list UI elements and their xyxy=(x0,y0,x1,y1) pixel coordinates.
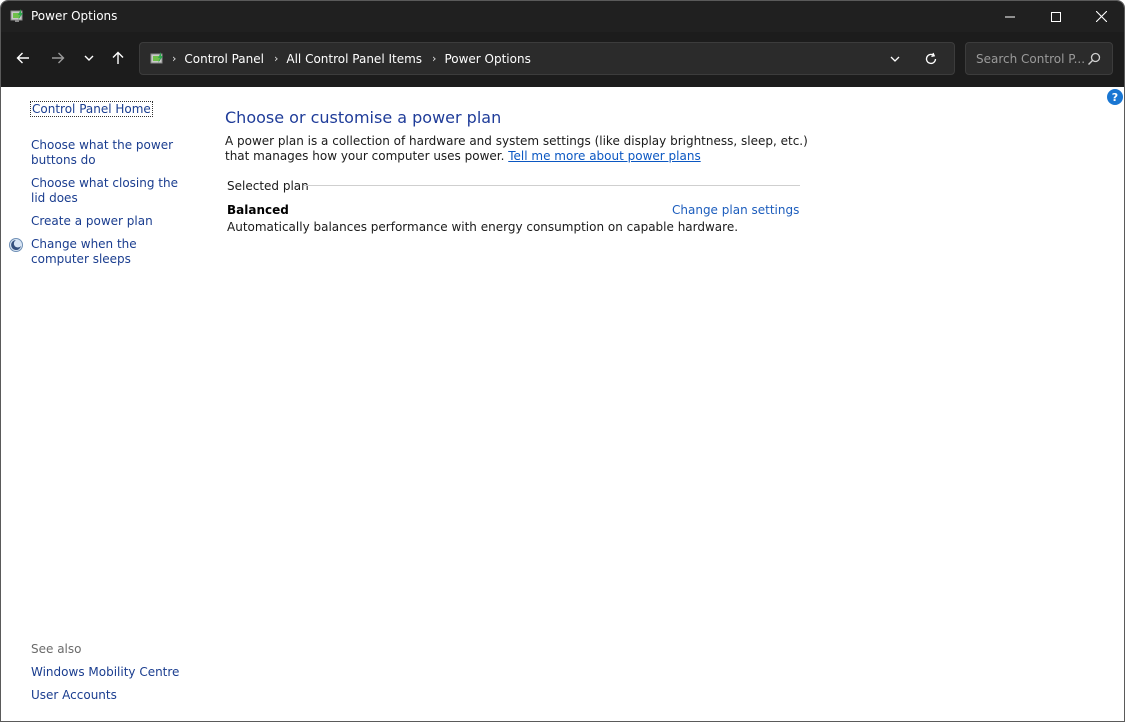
see-also-heading: See also xyxy=(31,642,82,656)
up-button[interactable] xyxy=(106,46,130,70)
page-title: Choose or customise a power plan xyxy=(225,108,502,127)
address-history-button[interactable] xyxy=(886,50,904,68)
windows-mobility-centre-link[interactable]: Windows Mobility Centre xyxy=(31,665,179,679)
window-title: Power Options xyxy=(31,9,118,23)
power-options-window: Power Options › Control Panel › All Cont… xyxy=(0,0,1125,722)
breadcrumb: › Control Panel › All Control Panel Item… xyxy=(170,43,539,74)
chevron-down-icon xyxy=(84,55,94,61)
chevron-right-icon[interactable]: › xyxy=(172,52,176,65)
task-power-buttons[interactable]: Choose what the power buttons do xyxy=(31,138,191,168)
refresh-icon xyxy=(925,52,937,65)
search-input[interactable] xyxy=(974,49,1088,69)
learn-more-link[interactable]: Tell me more about power plans xyxy=(508,149,700,163)
minimize-button[interactable] xyxy=(987,1,1033,32)
chevron-down-icon xyxy=(890,56,900,62)
task-change-sleep[interactable]: Change when the computer sleeps xyxy=(31,237,191,267)
control-panel-home-link[interactable]: Control Panel Home xyxy=(30,101,153,117)
content-area: Control Panel Home Choose what the power… xyxy=(1,87,1124,721)
search-box[interactable] xyxy=(965,42,1113,75)
page-description: A power plan is a collection of hardware… xyxy=(225,134,815,164)
refresh-button[interactable] xyxy=(922,50,940,68)
search-icon[interactable] xyxy=(1086,51,1102,67)
address-bar[interactable]: › Control Panel › All Control Panel Item… xyxy=(139,42,955,75)
maximize-icon xyxy=(1051,11,1061,22)
title-bar: Power Options xyxy=(1,1,1124,32)
close-button[interactable] xyxy=(1078,1,1124,32)
help-icon[interactable]: ? xyxy=(1107,89,1123,105)
breadcrumb-control-panel[interactable]: Control Panel xyxy=(184,52,264,66)
selected-plan-heading: Selected plan xyxy=(227,179,309,193)
plan-name: Balanced xyxy=(227,203,289,217)
minimize-icon xyxy=(1005,16,1015,17)
task-create-power-plan[interactable]: Create a power plan xyxy=(31,214,191,229)
user-accounts-link[interactable]: User Accounts xyxy=(31,688,117,702)
task-closing-lid[interactable]: Choose what closing the lid does xyxy=(31,176,191,206)
maximize-button[interactable] xyxy=(1033,1,1079,32)
breadcrumb-power-options[interactable]: Power Options xyxy=(444,52,530,66)
arrow-left-icon xyxy=(16,52,29,64)
breadcrumb-all-items[interactable]: All Control Panel Items xyxy=(286,52,422,66)
back-button[interactable] xyxy=(11,46,35,70)
plan-description: Automatically balances performance with … xyxy=(227,220,739,234)
chevron-right-icon[interactable]: › xyxy=(432,52,436,65)
recent-locations-button[interactable] xyxy=(77,46,101,70)
forward-button[interactable] xyxy=(46,46,70,70)
close-icon xyxy=(1095,11,1107,22)
chevron-right-icon[interactable]: › xyxy=(274,52,278,65)
navigation-bar: › Control Panel › All Control Panel Item… xyxy=(1,32,1124,87)
section-divider xyxy=(304,185,800,186)
power-options-icon xyxy=(9,8,25,24)
sleep-globe-icon xyxy=(8,237,24,253)
arrow-up-icon xyxy=(112,51,124,64)
change-plan-settings-link[interactable]: Change plan settings xyxy=(672,203,799,217)
arrow-right-icon xyxy=(52,52,65,64)
control-panel-icon xyxy=(149,51,165,67)
